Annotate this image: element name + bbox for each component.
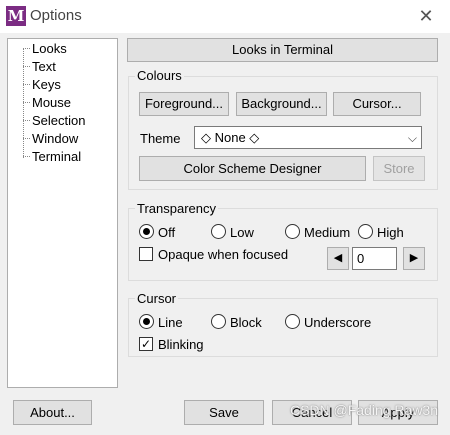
color-scheme-designer-button[interactable]: Color Scheme Designer	[139, 156, 366, 181]
tree-branch	[23, 156, 30, 157]
title-bar: M Options ✕	[0, 0, 450, 33]
tree-branch	[23, 48, 30, 49]
transparency-low-label: Low	[230, 225, 254, 240]
cursor-underscore-label: Underscore	[304, 315, 372, 330]
opaque-when-focused-label: Opaque when focused	[158, 247, 289, 262]
panel-header: Looks in Terminal	[127, 38, 438, 62]
theme-select-value: ◇ None ◇	[201, 130, 260, 145]
colours-group-title: Colours	[135, 68, 184, 83]
chevron-down-icon: ⌵	[407, 131, 417, 145]
opaque-when-focused-checkbox[interactable]	[139, 247, 153, 261]
theme-select[interactable]: ◇ None ◇ ⌵	[194, 126, 422, 149]
tree-item-terminal[interactable]: Terminal	[32, 148, 81, 165]
cursor-block-radio[interactable]	[211, 314, 226, 329]
tree-item-looks[interactable]: Looks	[32, 40, 67, 57]
tree-connector	[23, 48, 24, 158]
tree-item-keys[interactable]: Keys	[32, 76, 61, 93]
background-button[interactable]: Background...	[236, 92, 327, 116]
blinking-label: Blinking	[158, 337, 204, 352]
app-logo-icon: M	[6, 6, 26, 26]
tree-item-window[interactable]: Window	[32, 130, 78, 147]
tree-branch	[23, 120, 30, 121]
cursor-underscore-radio[interactable]	[285, 314, 300, 329]
foreground-button[interactable]: Foreground...	[139, 92, 229, 116]
tree-branch	[23, 66, 30, 67]
blinking-checkbox[interactable]: ✓	[139, 337, 153, 351]
transparency-low-radio[interactable]	[211, 224, 226, 239]
transparency-off-label: Off	[158, 225, 176, 240]
category-tree: Looks Text Keys Mouse Selection Window T…	[7, 38, 118, 388]
tree-item-selection[interactable]: Selection	[32, 112, 85, 129]
transparency-high-radio[interactable]	[358, 224, 373, 239]
cursor-group-title: Cursor	[135, 291, 179, 306]
store-button[interactable]: Store	[373, 156, 425, 181]
transparency-high-label: High	[377, 225, 404, 240]
transparency-group-title: Transparency	[135, 201, 218, 216]
transparency-value-field[interactable]: 0	[352, 247, 397, 270]
cursor-colour-button[interactable]: Cursor...	[333, 92, 421, 116]
tree-branch	[23, 84, 30, 85]
transparency-medium-radio[interactable]	[285, 224, 300, 239]
tree-item-text[interactable]: Text	[32, 58, 56, 75]
cursor-line-radio[interactable]	[139, 314, 154, 329]
theme-label: Theme	[140, 131, 181, 146]
transparency-medium-label: Medium	[304, 225, 351, 240]
transparency-group	[128, 208, 438, 281]
watermark: CSDN @Fading Raw3n	[289, 402, 438, 418]
about-button[interactable]: About...	[13, 400, 92, 425]
window-title: Options	[30, 7, 82, 24]
close-icon[interactable]: ✕	[416, 6, 436, 26]
cursor-line-label: Line	[158, 315, 183, 330]
tree-item-mouse[interactable]: Mouse	[32, 94, 71, 111]
tree-branch	[23, 138, 30, 139]
transparency-off-radio[interactable]	[139, 224, 154, 239]
cursor-block-label: Block	[230, 315, 262, 330]
decrease-button[interactable]: ◀	[327, 247, 349, 270]
save-button[interactable]: Save	[184, 400, 264, 425]
increase-button[interactable]: ▶	[403, 247, 425, 270]
tree-branch	[23, 102, 30, 103]
